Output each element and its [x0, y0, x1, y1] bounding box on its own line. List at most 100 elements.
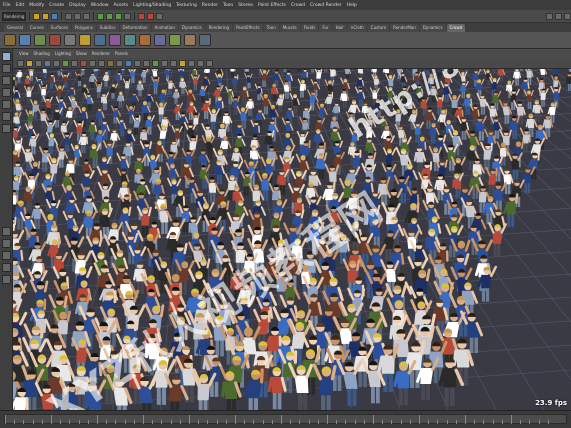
panel-tool-icon[interactable] — [53, 59, 60, 67]
crowd-terrain-icon[interactable] — [34, 34, 46, 46]
tab-deformation[interactable]: Deformation — [119, 24, 151, 32]
tab-hair[interactable]: Hair — [332, 24, 347, 32]
layout-four-icon[interactable] — [1, 239, 11, 248]
panel-menu-renderer[interactable]: Renderer — [92, 51, 110, 56]
open-scene-icon[interactable] — [42, 12, 49, 20]
panel-tool-icon[interactable] — [35, 59, 42, 67]
panel-tool-icon[interactable] — [179, 59, 186, 67]
lasso-tool-icon[interactable] — [1, 64, 11, 73]
crowd-layout-icon[interactable] — [154, 34, 166, 46]
crowd-simulate-icon[interactable] — [124, 34, 136, 46]
panel-menu-view[interactable]: View — [19, 51, 29, 56]
panel-menu-lighting[interactable]: Lighting — [55, 51, 71, 56]
tab-subdivs[interactable]: Subdivs — [96, 24, 119, 32]
menu-item-modify[interactable]: Modify — [29, 3, 44, 8]
snap-point-icon[interactable] — [115, 12, 122, 20]
panel-tool-icon[interactable] — [197, 59, 204, 67]
tab-painteffects[interactable]: PaintEffects — [233, 24, 263, 32]
select-object-icon[interactable] — [74, 12, 81, 20]
move-tool-icon[interactable] — [1, 88, 11, 97]
scale-tool-icon[interactable] — [1, 112, 11, 121]
layout-side-icon[interactable] — [1, 251, 11, 260]
select-component-icon[interactable] — [83, 12, 90, 20]
paint-select-icon[interactable] — [1, 76, 11, 85]
panel-tool-icon[interactable] — [143, 59, 150, 67]
snap-grid-icon[interactable] — [97, 12, 104, 20]
tab-dynamics[interactable]: Dynamics — [178, 24, 205, 32]
menu-item-assets[interactable]: Assets — [113, 3, 128, 8]
menu-item-file[interactable]: File — [3, 3, 11, 8]
panel-tool-icon[interactable] — [17, 59, 24, 67]
tab-general[interactable]: General — [4, 24, 26, 32]
crowd-preview-icon[interactable] — [199, 34, 211, 46]
menu-item-window[interactable]: Window — [91, 3, 109, 8]
menu-item-toon[interactable]: Toon — [223, 3, 233, 8]
crowd-path-icon[interactable] — [94, 34, 106, 46]
layout-single-icon[interactable] — [1, 227, 11, 236]
crowd-emitter-icon[interactable] — [49, 34, 61, 46]
tab-muscle[interactable]: Muscle — [279, 24, 300, 32]
menu-item-render[interactable]: Render — [202, 3, 218, 8]
panel-tool-icon[interactable] — [161, 59, 168, 67]
ipr-render-icon[interactable] — [147, 12, 154, 20]
tab-curves[interactable]: Curves — [26, 24, 47, 32]
panel-tool-icon[interactable] — [152, 59, 159, 67]
menu-item-texturing[interactable]: Texturing — [176, 3, 197, 8]
crowd-behavior-icon[interactable] — [79, 34, 91, 46]
panel-tool-icon[interactable] — [89, 59, 96, 67]
attribute-editor-icon[interactable] — [546, 12, 553, 20]
snap-surface-icon[interactable] — [124, 12, 131, 20]
last-tool-icon[interactable] — [1, 124, 11, 133]
panel-tool-icon[interactable] — [188, 59, 195, 67]
panel-tool-icon[interactable] — [26, 59, 33, 67]
save-scene-icon[interactable] — [51, 12, 58, 20]
crowd-motion-icon[interactable] — [184, 34, 196, 46]
tab-custom[interactable]: Custom — [367, 24, 390, 32]
panel-tool-icon[interactable] — [134, 59, 141, 67]
menu-item-crowd-render[interactable]: Crowd Render — [310, 3, 342, 8]
menu-set-dropdown[interactable]: Rendering — [2, 11, 26, 21]
menu-item-paint-effects[interactable]: Paint Effects — [258, 3, 286, 8]
crowd-manager-icon[interactable] — [4, 34, 16, 46]
tab-fluids[interactable]: Fluids — [300, 24, 319, 32]
panel-tool-icon[interactable] — [62, 59, 69, 67]
menu-item-create[interactable]: Create — [49, 3, 64, 8]
layout-graph-icon[interactable] — [1, 275, 11, 284]
tab-rendering[interactable]: Rendering — [205, 24, 233, 32]
tab-dynamics-2[interactable]: Dynamics — [419, 24, 446, 32]
time-slider-track[interactable] — [4, 414, 567, 424]
channel-box-icon[interactable] — [564, 12, 571, 20]
crowd-agent-icon[interactable] — [64, 34, 76, 46]
crowd-field-icon[interactable] — [19, 34, 31, 46]
tab-ncloth[interactable]: nCloth — [347, 24, 367, 32]
panel-tool-icon[interactable] — [116, 59, 123, 67]
panel-tool-icon[interactable] — [80, 59, 87, 67]
menu-item-stereo[interactable]: Stereo — [238, 3, 253, 8]
render-current-frame-icon[interactable] — [138, 12, 145, 20]
tab-renderman[interactable]: RenderMan — [390, 24, 419, 32]
time-slider[interactable] — [0, 410, 571, 428]
menu-item-edit[interactable]: Edit — [16, 3, 25, 8]
tab-fur[interactable]: Fur — [319, 24, 332, 32]
tool-settings-icon[interactable] — [555, 12, 562, 20]
tab-toon[interactable]: Toon — [263, 24, 279, 32]
rotate-tool-icon[interactable] — [1, 100, 11, 109]
menu-item-crowd[interactable]: Crowd — [291, 3, 305, 8]
panel-menu-show[interactable]: Show — [76, 51, 87, 56]
panel-menu-shading[interactable]: Shading — [34, 51, 50, 56]
snap-curve-icon[interactable] — [106, 12, 113, 20]
tab-polygons[interactable]: Polygons — [71, 24, 96, 32]
panel-tool-icon[interactable] — [125, 59, 132, 67]
panel-tool-icon[interactable] — [98, 59, 105, 67]
menu-item-help[interactable]: Help — [347, 3, 357, 8]
crowd-render-icon[interactable] — [139, 34, 151, 46]
panel-tool-icon[interactable] — [170, 59, 177, 67]
select-tool-icon[interactable] — [1, 52, 11, 61]
layout-outliner-icon[interactable] — [1, 263, 11, 272]
panel-tool-icon[interactable] — [107, 59, 114, 67]
crowd-cache-icon[interactable] — [109, 34, 121, 46]
perspective-viewport[interactable]: http://81.to XYZ秋人视频教程网 23.9 fps — [13, 69, 571, 410]
crowd-lod-icon[interactable] — [169, 34, 181, 46]
tab-surfaces[interactable]: Surfaces — [47, 24, 71, 32]
tab-crowd[interactable]: Crowd — [446, 24, 466, 32]
